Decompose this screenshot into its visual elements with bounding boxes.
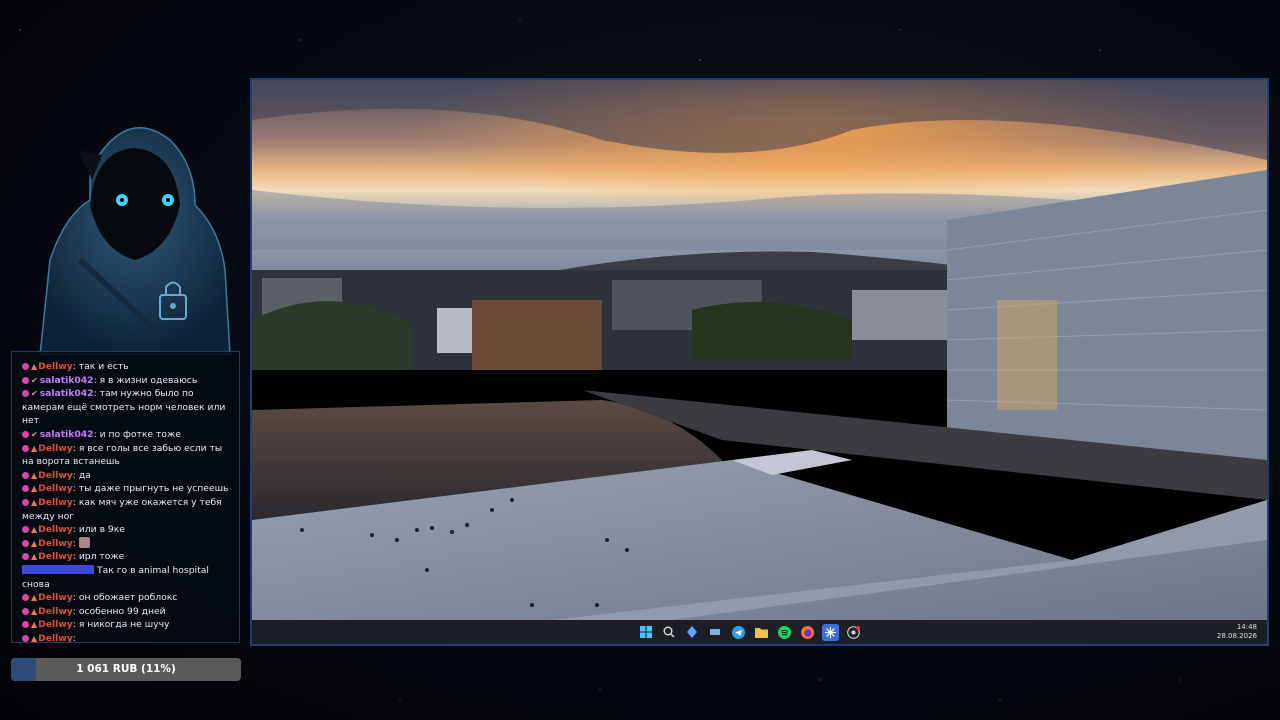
windows-icon[interactable]: [638, 624, 655, 641]
vip-badge-icon: ▲: [31, 525, 38, 535]
chat-text: я никогда не шучу: [78, 619, 170, 631]
heart-badge-icon: [22, 363, 29, 370]
heart-badge-icon: [22, 634, 29, 642]
app-icon[interactable]: [684, 624, 701, 641]
heart-badge-icon: [22, 621, 29, 629]
chat-separator: :: [72, 537, 79, 549]
heart-badge-icon: [22, 539, 29, 547]
heart-badge-icon: [22, 553, 29, 561]
heart-badge-icon: [22, 594, 29, 602]
chat-emote-icon: [78, 536, 90, 548]
chat-message: ✔ salatik042: и по фотке тоже: [22, 428, 233, 442]
chat-username[interactable]: salatik042: [40, 388, 94, 399]
chat-text: он обожает роблокс: [78, 592, 178, 604]
chat-username[interactable]: [22, 564, 94, 574]
firefox-icon[interactable]: [799, 624, 816, 641]
hooded-cat-avatar: [39, 127, 231, 355]
snowflake-icon[interactable]: [821, 623, 839, 641]
heart-badge-icon: [22, 430, 29, 438]
vip-badge-icon: ▲: [31, 633, 38, 643]
chat-panel[interactable]: ▲Dellwy: так и есть ✔ salatik042: я в жизн…: [11, 351, 240, 643]
chat-username[interactable]: Dellwy: [38, 524, 73, 535]
chat-text: да: [78, 469, 91, 481]
sub-badge-icon: ✔: [31, 389, 38, 399]
chat-text: я в жизни одеваюсь: [99, 374, 198, 386]
chat-message: ▲Dellwy: я никогда не шучу: [22, 618, 233, 632]
chat-message: ▲Dellwy: он обожает роблокс: [22, 591, 233, 605]
vip-badge-icon: ▲: [31, 484, 38, 494]
chat-username[interactable]: Dellwy: [38, 497, 73, 508]
clock-time: 14:48: [1236, 623, 1257, 631]
chat-username[interactable]: salatik042: [40, 429, 94, 440]
clock-date: 28.08.2026: [1216, 632, 1257, 640]
telegram-icon[interactable]: [730, 624, 747, 641]
chat-username[interactable]: Dellwy: [38, 470, 73, 481]
chat-message: ▲Dellwy: я все голы все забью если ты на…: [22, 442, 233, 469]
chat-username[interactable]: Dellwy: [38, 592, 73, 603]
chat-message: ✔ salatik042: там нужно было по камерам е…: [22, 387, 233, 428]
vip-badge-icon: ▲: [31, 606, 38, 616]
heart-badge-icon: [22, 471, 29, 479]
vip-badge-icon: ▲: [31, 552, 38, 562]
vip-badge-icon: ▲: [31, 593, 38, 603]
chat-message: ▲Dellwy: так и есть: [22, 360, 233, 374]
search-icon[interactable]: [661, 624, 678, 641]
vip-badge-icon: ▲: [31, 362, 38, 371]
chat-message: ▲Dellwy: ирл тоже: [22, 550, 233, 564]
chat-username[interactable]: Dellwy: [38, 538, 73, 549]
taskbar-clock[interactable]: 14:48 28.08.2026: [1217, 623, 1257, 641]
chat-username[interactable]: Dellwy: [38, 361, 73, 372]
donation-goal-label: 1 061 RUB (11%): [76, 663, 176, 675]
heart-badge-icon: [22, 498, 29, 506]
chat-username[interactable]: Dellwy: [38, 551, 73, 562]
chat-message: ▲Dellwy: или в 9ке: [22, 523, 233, 537]
chat-message: ✔ salatik042: я в жизни одеваюсь: [22, 374, 233, 388]
vip-badge-icon: ▲: [31, 443, 38, 453]
donation-goal-bar: 1 061 RUB (11%): [11, 658, 241, 681]
chat-text: ирл тоже: [78, 551, 125, 563]
chat-message: ▲Dellwy:: [22, 632, 233, 643]
vip-badge-icon: ▲: [31, 497, 38, 507]
chat-text: и по фотке тоже: [99, 428, 181, 440]
vip-badge-icon: ▲: [31, 470, 38, 480]
chat-username[interactable]: Dellwy: [38, 606, 73, 617]
chat-username[interactable]: Dellwy: [38, 483, 73, 494]
stream-screen: 14:48 28.08.2026: [250, 78, 1269, 646]
spotify-icon[interactable]: [776, 624, 793, 641]
windows-taskbar: 14:48 28.08.2026: [252, 620, 1267, 644]
chat-message: ▲Dellwy: да: [22, 469, 233, 483]
chat-text: так и есть: [78, 361, 129, 372]
sub-badge-icon: ✔: [31, 429, 38, 439]
heart-badge-icon: [22, 607, 29, 615]
chat-message: ▲Dellwy:: [22, 536, 233, 551]
chat-username[interactable]: Dellwy: [38, 619, 73, 630]
heart-badge-icon: [22, 376, 29, 384]
chat-username[interactable]: Dellwy: [38, 633, 73, 642]
heart-badge-icon: [22, 526, 29, 534]
chat-message: ▲Dellwy: как мяч уже окажется у тебя меж…: [22, 496, 233, 523]
vip-badge-icon: ▲: [31, 620, 38, 630]
heart-badge-icon: [22, 485, 29, 493]
chat-text: ты даже прыгнуть не успеешь: [78, 483, 229, 495]
chat-message: Так го в animal hospital снова: [22, 564, 233, 591]
oslo-sunset-photo: [252, 80, 1267, 620]
vip-badge-icon: ▲: [31, 538, 38, 548]
obs-icon[interactable]: [845, 624, 862, 641]
chat-message: ▲Dellwy: особенно 99 дней: [22, 605, 233, 619]
folder-icon[interactable]: [753, 624, 770, 641]
heart-badge-icon: [22, 390, 29, 398]
sub-badge-icon: ✔: [31, 375, 38, 385]
chat-username[interactable]: Dellwy: [38, 443, 73, 454]
chat-separator: :: [72, 632, 76, 643]
chat-text: особенно 99 дней: [78, 605, 166, 617]
chat-message: ▲Dellwy: ты даже прыгнуть не успеешь: [22, 482, 233, 496]
chat-text: или в 9ке: [78, 524, 125, 536]
app2-icon[interactable]: [707, 624, 724, 641]
heart-badge-icon: [22, 444, 29, 452]
chat-username[interactable]: salatik042: [40, 375, 94, 386]
